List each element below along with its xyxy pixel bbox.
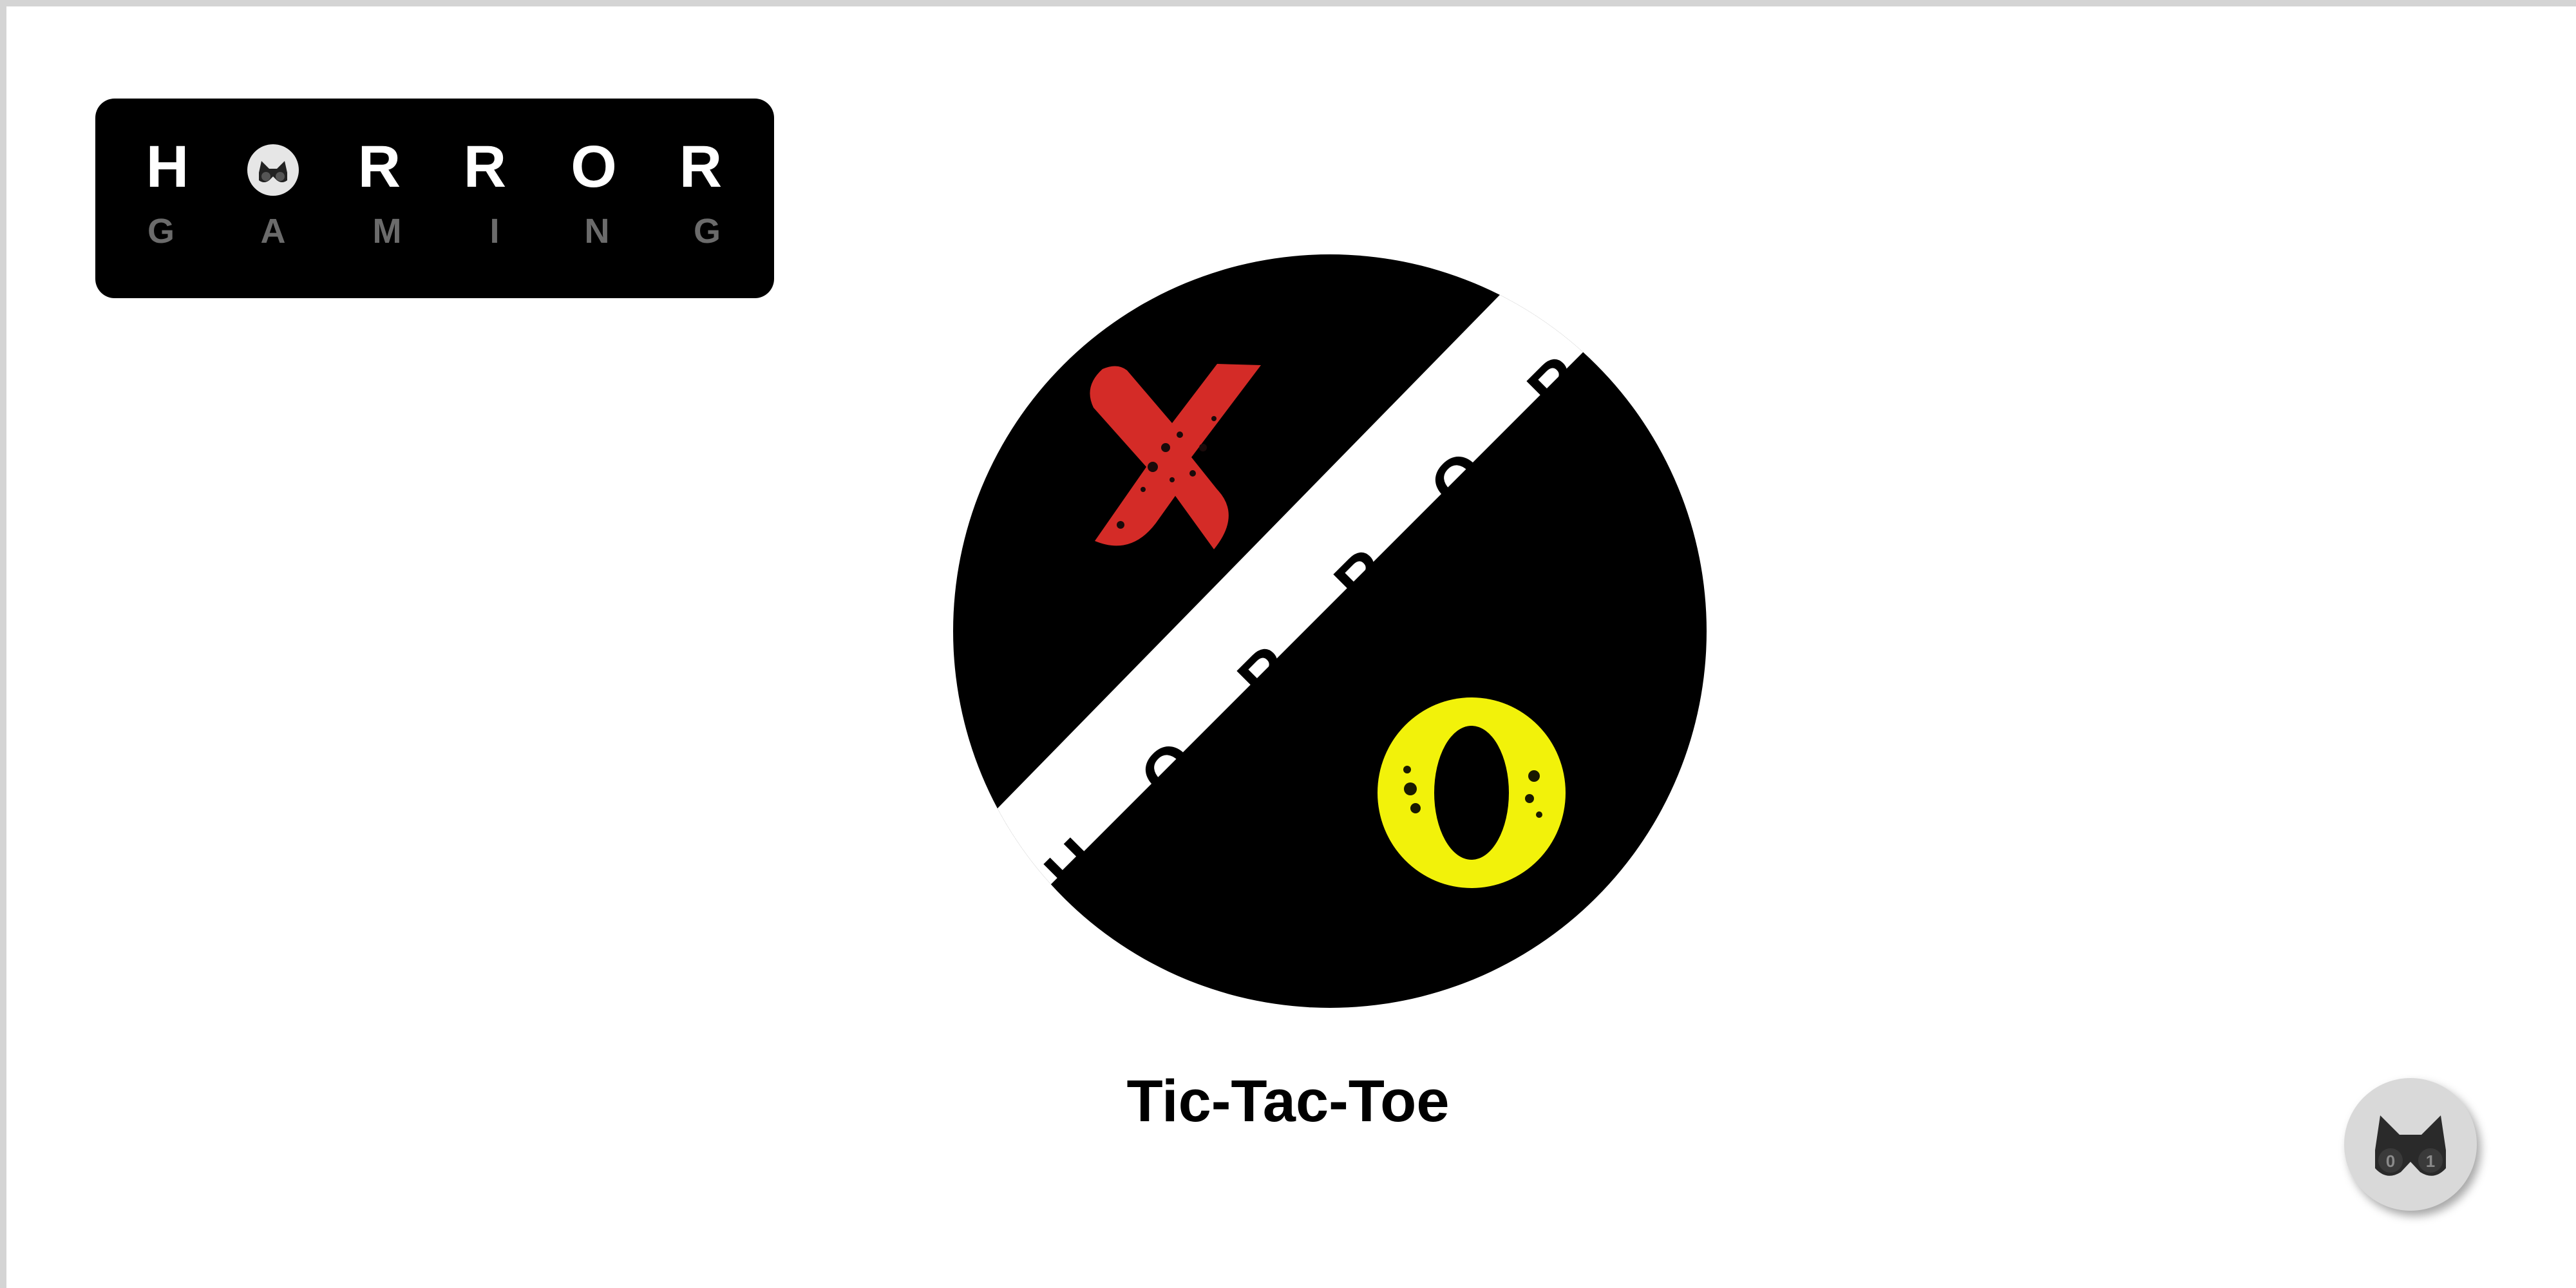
game-title: Tic-Tac-Toe	[1126, 1068, 1450, 1134]
brand-letter: R	[357, 134, 401, 200]
brand-letter: O	[571, 134, 617, 200]
brand-subtitle-row: G A M I N G	[95, 212, 774, 276]
o-mark	[1378, 697, 1566, 888]
brand-sub-letter: G	[147, 212, 175, 251]
floating-mask-button[interactable]: 0 1	[2344, 1078, 2477, 1211]
horror-gaming-logo[interactable]: H O R R O R G A M I N G	[95, 99, 774, 298]
brand-letter: H	[146, 134, 189, 200]
brand-sub-letter: N	[584, 212, 610, 251]
mask-icon: 0 1	[2375, 1115, 2446, 1176]
brand-letter: R	[463, 134, 507, 200]
right-eye-digit: 1	[2426, 1151, 2435, 1171]
brand-sub-letter: M	[372, 212, 402, 251]
brand-sub-letter: G	[693, 212, 721, 251]
brand-letter: R	[679, 134, 723, 200]
brand-sub-letter: I	[489, 212, 500, 251]
mask-icon	[247, 144, 299, 196]
left-eye-digit: 0	[2386, 1151, 2395, 1171]
brand-title-row: H O R R O R	[95, 135, 774, 199]
tic-tac-toe-logo[interactable]: H O R R O R	[953, 254, 1707, 1008]
logo-disc	[953, 254, 1707, 1008]
brand-sub-letter: A	[260, 212, 286, 251]
window-top-border	[0, 0, 2576, 6]
